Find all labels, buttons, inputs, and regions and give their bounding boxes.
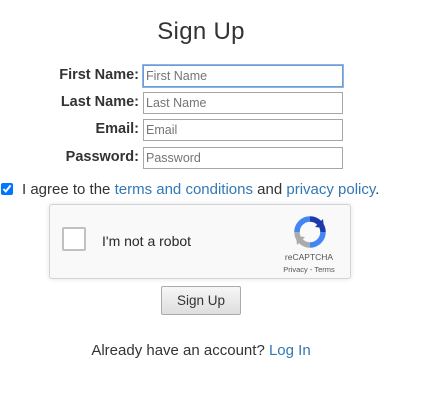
agree-checkbox[interactable] — [1, 183, 13, 195]
login-prompt-text: Already have an account? — [91, 342, 269, 359]
email-label: Email: — [95, 121, 139, 137]
terms-link[interactable]: terms and conditions — [115, 181, 253, 198]
password-label: Password: — [65, 149, 139, 165]
login-link[interactable]: Log In — [269, 342, 311, 359]
last-name-row: Last Name: — [0, 92, 445, 114]
recaptcha-widget: I'm not a robot reCAPTCHA Privacy - Term… — [49, 204, 351, 279]
agree-suffix: . — [375, 181, 380, 198]
email-row: Email: — [0, 119, 445, 141]
privacy-link[interactable]: privacy policy — [286, 181, 375, 198]
first-name-label: First Name: — [59, 67, 139, 83]
recaptcha-checkbox[interactable] — [62, 227, 86, 251]
recaptcha-logo-icon — [294, 216, 326, 248]
agree-middle: and — [252, 181, 287, 198]
last-name-label: Last Name: — [60, 94, 139, 110]
last-name-input[interactable] — [143, 92, 343, 114]
first-name-input[interactable] — [143, 65, 343, 87]
sign-up-button[interactable]: Sign Up — [161, 286, 241, 315]
password-row: Password: — [0, 147, 445, 169]
login-prompt: Already have an account? Log In — [0, 342, 402, 359]
agree-text: I agree to the terms and conditions and … — [22, 181, 379, 198]
recaptcha-links[interactable]: Privacy - Terms — [268, 265, 350, 274]
password-input[interactable] — [143, 147, 343, 169]
email-input[interactable] — [143, 119, 343, 141]
recaptcha-brand: reCAPTCHA — [284, 252, 334, 262]
recaptcha-label: I'm not a robot — [102, 233, 192, 249]
agree-prefix: I agree to the — [22, 181, 115, 198]
first-name-row: First Name: — [0, 65, 445, 87]
page-title: Sign Up — [157, 18, 245, 45]
